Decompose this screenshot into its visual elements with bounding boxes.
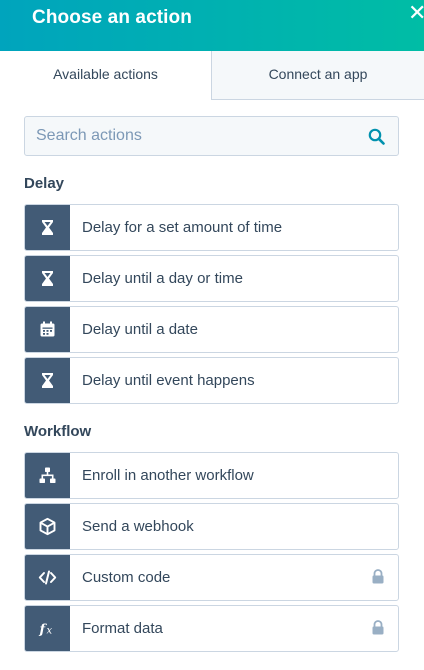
action-delay-until-day-time[interactable]: Delay until a day or time [24, 255, 399, 302]
search-icon[interactable] [368, 128, 385, 145]
action-custom-code[interactable]: Custom code [24, 554, 399, 601]
action-icon-tile [25, 453, 70, 498]
hourglass-icon [42, 271, 53, 286]
action-icon-tile [25, 307, 70, 352]
tab-connect-an-app[interactable]: Connect an app [212, 51, 424, 100]
action-label: Delay until a date [82, 321, 198, 338]
search-input[interactable] [25, 117, 355, 155]
action-label: Custom code [82, 569, 171, 586]
action-label: Delay until a day or time [82, 270, 243, 287]
hourglass-icon [42, 220, 53, 235]
action-icon-tile [25, 256, 70, 301]
action-icon-tile [25, 358, 70, 403]
action-label: Enroll in another workflow [82, 467, 254, 484]
panel-header: Choose an action ✕ [0, 0, 424, 51]
action-icon-tile [25, 555, 70, 600]
action-delay-until-date[interactable]: Delay until a date [24, 306, 399, 353]
action-label: Format data [82, 620, 163, 637]
action-send-webhook[interactable]: Send a webhook [24, 503, 399, 550]
section-label-delay: Delay [24, 175, 65, 192]
tab-bar: Available actions Connect an app [0, 51, 424, 100]
svg-text:x: x [47, 626, 53, 637]
tab-available-actions[interactable]: Available actions [0, 51, 212, 100]
search-box [24, 116, 399, 156]
function-icon: f x [39, 623, 53, 638]
action-icon-tile [25, 504, 70, 549]
action-enroll-workflow[interactable]: Enroll in another workflow [24, 452, 399, 499]
section-label-workflow: Workflow [24, 423, 92, 440]
calendar-icon [40, 321, 55, 337]
workflow-branch-icon [39, 467, 56, 483]
action-label: Delay for a set amount of time [82, 219, 283, 236]
panel-title: Choose an action [32, 7, 192, 28]
action-icon-tile: f x [25, 606, 70, 651]
action-delay-until-event[interactable]: Delay until event happens [24, 357, 399, 404]
close-icon[interactable]: ✕ [408, 4, 424, 26]
action-label: Send a webhook [82, 518, 194, 535]
action-delay-set-time[interactable]: Delay for a set amount of time [24, 204, 399, 251]
action-label: Delay until event happens [82, 372, 255, 389]
action-format-data[interactable]: f x Format data [24, 605, 399, 652]
hourglass-icon [42, 373, 53, 388]
lock-icon [372, 569, 384, 584]
lock-icon [372, 620, 384, 635]
code-icon [38, 570, 57, 585]
cube-icon [39, 517, 56, 536]
action-icon-tile [25, 205, 70, 250]
